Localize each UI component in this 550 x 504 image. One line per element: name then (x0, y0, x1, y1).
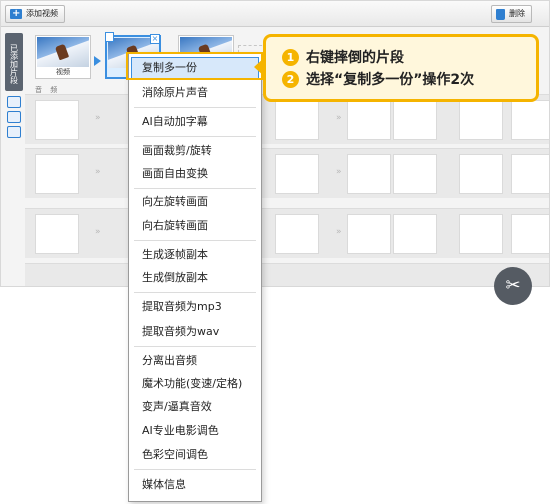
track-cell[interactable] (275, 214, 319, 254)
instruction-callout: 1 右键摔倒的片段 2 选择“复制多一份”操作2次 (254, 34, 539, 102)
menu-item[interactable]: 生成倒放副本 (131, 267, 259, 289)
added-clips-tab-label: 已添加片段 (9, 44, 19, 84)
image-tool-icon[interactable] (7, 111, 21, 123)
track-cell[interactable] (35, 214, 79, 254)
instruction-step: 2 选择“复制多一份”操作2次 (282, 68, 536, 90)
menu-separator (134, 136, 256, 137)
step-text: 右键摔倒的片段 (306, 50, 404, 66)
step-text: 选择“复制多一份”操作2次 (306, 72, 475, 88)
menu-item[interactable]: 色彩空间调色 (131, 444, 259, 466)
track-cell[interactable] (275, 154, 319, 194)
step-number: 2 (282, 70, 299, 88)
track-row: » » » » » (25, 148, 549, 198)
track-row (25, 263, 549, 286)
chevron-right-icon: » (336, 167, 342, 177)
track-cell[interactable] (347, 154, 391, 194)
menu-item[interactable]: 提取音频为wav (131, 321, 259, 343)
add-video-button[interactable]: 添加视频 (5, 5, 65, 23)
track-cell[interactable] (459, 154, 503, 194)
clip-caption: 视频 (56, 68, 70, 76)
clip-thumbnail[interactable]: 视频 (35, 35, 91, 79)
chevron-right-icon: » (95, 227, 101, 237)
menu-item[interactable]: 媒体信息 (131, 474, 259, 496)
add-video-icon (10, 6, 22, 22)
crop-tool-icon[interactable] (7, 96, 21, 108)
scissors-icon[interactable]: ✂ (494, 267, 532, 305)
menu-separator (134, 469, 256, 470)
track-cell[interactable] (35, 154, 79, 194)
clip-menu-icon[interactable] (105, 32, 114, 42)
menu-item[interactable]: 提取音频为mp3 (131, 296, 259, 318)
chevron-right-icon: » (95, 113, 101, 123)
track-cell[interactable] (393, 100, 437, 140)
track-cell[interactable] (275, 100, 319, 140)
track-cell[interactable] (459, 100, 503, 140)
chevron-right-icon: » (336, 113, 342, 123)
clip-arrow-icon (94, 56, 101, 66)
track-cell[interactable] (511, 154, 549, 194)
menu-item[interactable]: 分离出音频 (131, 350, 259, 372)
track-cell[interactable] (459, 214, 503, 254)
track-cell[interactable] (347, 214, 391, 254)
track-cell[interactable] (511, 100, 549, 140)
menu-item[interactable]: 向右旋转画面 (131, 215, 259, 237)
track-cell[interactable] (35, 100, 79, 140)
remove-clip-icon[interactable]: × (150, 34, 160, 44)
clip-thumbnail-image (37, 37, 89, 67)
menu-item[interactable]: 向左旋转画面 (131, 191, 259, 213)
color-tool-icon[interactable] (7, 126, 21, 138)
added-clips-tab[interactable]: 已添加片段 (5, 33, 23, 91)
menu-item[interactable]: 复制多一份 (131, 57, 259, 79)
menu-item[interactable]: 变声/逼真音效 (131, 396, 259, 418)
menu-separator (134, 107, 256, 108)
track-row: » » » » » (25, 208, 549, 258)
menu-separator (134, 188, 256, 189)
trash-icon (496, 8, 505, 20)
menu-item[interactable]: 消除原片声音 (131, 82, 259, 104)
instruction-step: 1 右键摔倒的片段 (282, 46, 536, 68)
menu-item[interactable]: 生成逐帧副本 (131, 244, 259, 266)
menu-item[interactable]: 魔术功能(变速/定格) (131, 373, 259, 395)
chevron-right-icon: » (95, 167, 101, 177)
menu-item[interactable]: 画面裁剪/旋转 (131, 140, 259, 162)
delete-button[interactable]: 删除 (491, 5, 532, 23)
track-cell[interactable] (511, 214, 549, 254)
side-tools (5, 93, 23, 141)
menu-item[interactable]: AI自动加字幕 (131, 111, 259, 133)
menu-separator (134, 292, 256, 293)
toolbar: 添加视频 删除 (1, 1, 549, 27)
delete-label: 删除 (509, 9, 525, 18)
menu-item[interactable]: 画面自由变换 (131, 163, 259, 185)
context-menu: 复制多一份消除原片声音 AI自动加字幕 画面裁剪/旋转 画面自由变换 向左旋转画面 向右旋… (128, 53, 262, 502)
track-cell[interactable] (393, 214, 437, 254)
menu-item[interactable]: AI专业电影调色 (131, 420, 259, 442)
track-cell[interactable] (393, 154, 437, 194)
track-cell[interactable] (347, 100, 391, 140)
chevron-right-icon: » (336, 227, 342, 237)
add-video-label: 添加视频 (26, 9, 58, 18)
step-number: 1 (282, 48, 299, 66)
menu-separator (134, 346, 256, 347)
menu-separator (134, 240, 256, 241)
